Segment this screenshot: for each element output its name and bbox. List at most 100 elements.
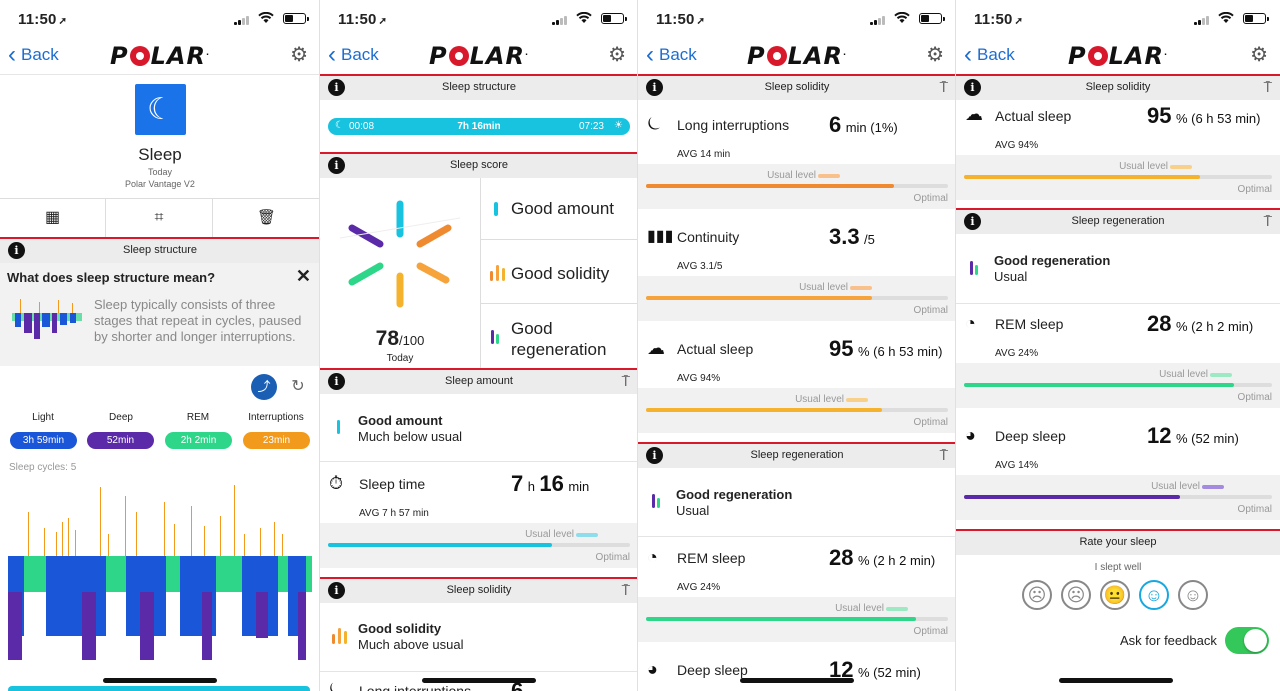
info-icon[interactable]: i: [8, 242, 25, 259]
info-icon[interactable]: i: [328, 582, 345, 599]
back-label: Back: [21, 45, 59, 64]
score-item-label: Good amount: [511, 199, 615, 218]
refresh-icon[interactable]: ↻: [288, 374, 308, 400]
divider: [320, 461, 638, 462]
regen-bars-icon: [652, 494, 662, 508]
rem-icon: ◔: [647, 547, 658, 567]
usual-level-label: Usual level: [1119, 161, 1168, 172]
actual-sleep-value: 95 % (6 h 53 min): [829, 336, 943, 361]
info-icon[interactable]: i: [328, 79, 345, 96]
level-fill: [964, 175, 1200, 179]
nav-bar: ‹ Back P LAR. ⚙: [320, 38, 638, 75]
info-icon[interactable]: i: [328, 157, 345, 174]
page-title: Sleep: [138, 145, 182, 164]
usual-level-marker: [1170, 165, 1192, 169]
gear-icon[interactable]: ⚙: [290, 42, 308, 67]
help-text: Sleep typically consists of three stages…: [94, 297, 302, 344]
optimal-label: Optimal: [913, 626, 948, 637]
nav-bar: ‹ Back P LAR. ⚙: [956, 38, 1280, 75]
rating-bad-icon[interactable]: ☹: [1061, 580, 1091, 610]
signal-icon: [552, 15, 568, 25]
solidity-bars-icon: [332, 628, 348, 644]
usual-level-marker: [576, 533, 598, 537]
pin-icon[interactable]: ⍑: [1264, 79, 1272, 95]
close-icon[interactable]: ✕: [296, 266, 311, 287]
calendar-icon[interactable]: ▦: [0, 199, 106, 237]
status-time: 11:50 ➚: [338, 11, 388, 28]
rating-good-icon[interactable]: ☺: [1139, 580, 1169, 610]
chevron-left-icon: ‹: [8, 41, 16, 68]
long-interruptions-label: Long interruptions: [359, 683, 472, 691]
sleep-timeline-bar[interactable]: ☾ 00:08 7h 16min 07:23 ☀: [328, 118, 630, 135]
back-button[interactable]: ‹ Back: [646, 43, 697, 67]
back-button[interactable]: ‹ Back: [8, 41, 59, 68]
back-button[interactable]: ‹ Back: [964, 43, 1015, 67]
divider: [320, 671, 638, 672]
info-icon[interactable]: i: [964, 79, 981, 96]
pin-icon[interactable]: ⍑: [1264, 213, 1272, 229]
status-time: 11:50 ➚: [974, 11, 1024, 28]
solidity-title: Good solidity: [358, 621, 442, 636]
nav-bar: ‹ Back P LAR. ⚙: [0, 38, 320, 75]
optimal-label: Optimal: [913, 305, 948, 316]
amount-subtitle: Much below usual: [358, 429, 463, 444]
gear-icon[interactable]: ⚙: [608, 42, 626, 67]
pin-icon[interactable]: ⍑: [622, 582, 630, 598]
pin-icon[interactable]: ⍑: [622, 373, 630, 389]
deep-sleep-label: Deep sleep: [995, 428, 1066, 444]
feedback-toggle[interactable]: [1225, 627, 1269, 654]
rem-sleep-avg: AVG 24%: [995, 348, 1039, 359]
battery-icon: [919, 13, 945, 24]
continuity-value: 3.3 /5: [829, 224, 875, 249]
pin-icon[interactable]: ⍑: [940, 79, 948, 95]
divider: [638, 536, 956, 537]
pin-icon[interactable]: ⍑: [940, 447, 948, 463]
wifi-icon: [1218, 12, 1234, 23]
legend-pill-interruptions: 23min: [243, 432, 310, 449]
info-icon[interactable]: i: [646, 447, 663, 464]
chart-mode-button[interactable]: ⤴: [251, 374, 277, 400]
gear-icon[interactable]: ⚙: [1250, 42, 1268, 67]
polar-logo: P LAR.: [429, 42, 529, 70]
gear-icon[interactable]: ⚙: [926, 42, 944, 67]
battery-icon: [601, 13, 627, 24]
ask-feedback-label: Ask for feedback: [1120, 633, 1217, 648]
back-label: Back: [977, 45, 1015, 64]
score-item-solidity[interactable]: Good solidity: [480, 240, 638, 304]
crop-icon[interactable]: ⌗: [106, 199, 213, 237]
score-item-label: Good regeneration: [511, 319, 607, 359]
info-icon[interactable]: i: [646, 79, 663, 96]
help-panel: What does sleep structure mean? ✕ Sleep …: [0, 263, 320, 366]
home-indicator: [422, 678, 536, 683]
rating-very-good-icon[interactable]: ☺: [1178, 580, 1208, 610]
signal-icon: [234, 15, 250, 25]
divider: [956, 303, 1280, 304]
back-button[interactable]: ‹ Back: [328, 43, 379, 67]
info-icon[interactable]: i: [328, 373, 345, 390]
back-label: Back: [341, 45, 379, 64]
rating-neutral-icon[interactable]: 😐: [1100, 580, 1130, 610]
section-title: Sleep solidity: [1085, 81, 1151, 93]
info-icon[interactable]: i: [964, 213, 981, 230]
level-fill: [964, 383, 1234, 387]
level-panel: Usual level Optimal: [638, 597, 956, 642]
score-item-amount[interactable]: Good amount: [480, 178, 638, 240]
status-bar: 11:50 ➚: [638, 0, 956, 38]
level-panel: Usual level Optimal: [320, 523, 638, 568]
section-title: Sleep score: [449, 159, 509, 171]
trash-icon[interactable]: 🗑: [213, 199, 320, 237]
level-panel: Usual level Optimal: [638, 388, 956, 433]
status-bar: 11:50 ➚: [956, 0, 1280, 38]
usual-level-label: Usual level: [799, 282, 848, 293]
section-header-sleep-structure: i Sleep structure: [320, 74, 638, 100]
deep-sleep-avg: AVG 14%: [995, 460, 1039, 471]
wifi-icon: [258, 12, 274, 23]
actual-sleep-avg: AVG 94%: [677, 373, 721, 384]
section-title: Rate your sleep: [1079, 536, 1157, 548]
deep-icon: ◕: [647, 659, 658, 679]
optimal-label: Optimal: [913, 193, 948, 204]
timeline-bar-partial: [8, 686, 310, 691]
score-item-regeneration[interactable]: Good regeneration: [480, 304, 638, 368]
rating-very-bad-icon[interactable]: ☹: [1022, 580, 1052, 610]
legend-label-deep: Deep: [109, 412, 133, 423]
